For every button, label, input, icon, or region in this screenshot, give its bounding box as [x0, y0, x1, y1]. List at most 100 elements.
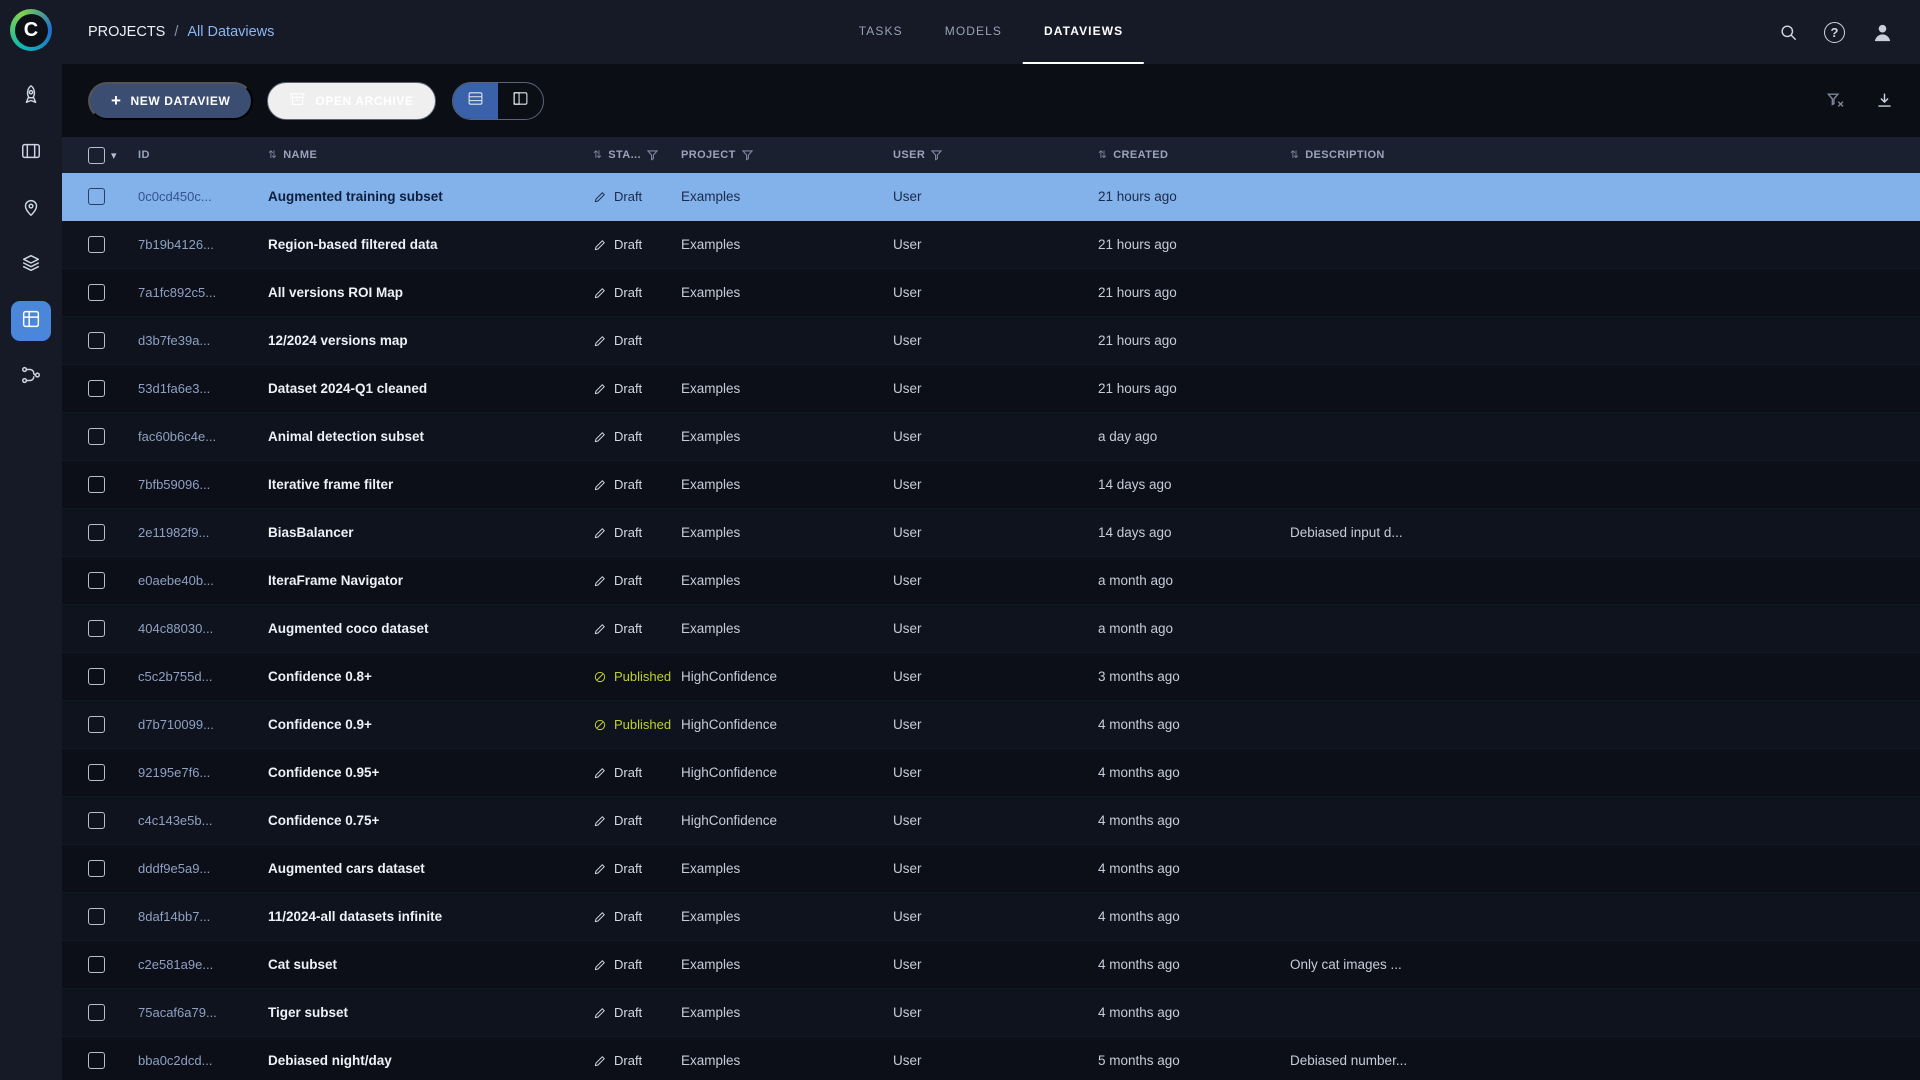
filter-icon[interactable]	[931, 149, 943, 161]
row-checkbox[interactable]	[88, 476, 105, 493]
table-view-toggle[interactable]	[452, 82, 498, 119]
table-row[interactable]: 7a1fc892c5... All versions ROI Map Draft…	[62, 269, 1920, 317]
table-row[interactable]: fac60b6c4e... Animal detection subset Dr…	[62, 413, 1920, 461]
table-row[interactable]: c4c143e5b... Confidence 0.75+ Draft High…	[62, 797, 1920, 845]
row-id[interactable]: 8daf14bb7...	[130, 909, 260, 924]
row-checkbox[interactable]	[88, 236, 105, 253]
table-row[interactable]: 7bfb59096... Iterative frame filter Draf…	[62, 461, 1920, 509]
sidebar-item-pipelines[interactable]	[11, 357, 51, 397]
search-icon[interactable]	[1779, 23, 1798, 42]
row-id[interactable]: 92195e7f6...	[130, 765, 260, 780]
table-row[interactable]: c5c2b755d... Confidence 0.8+ Published H…	[62, 653, 1920, 701]
row-id[interactable]: d7b710099...	[130, 717, 260, 732]
breadcrumb-projects[interactable]: PROJECTS	[88, 24, 165, 40]
sort-icon[interactable]: ⇅	[1290, 149, 1299, 161]
table-row[interactable]: c2e581a9e... Cat subset Draft Examples U…	[62, 941, 1920, 989]
row-id[interactable]: c5c2b755d...	[130, 669, 260, 684]
filter-icon[interactable]	[741, 149, 753, 161]
row-name: Tiger subset	[268, 1005, 349, 1020]
help-icon[interactable]: ?	[1824, 21, 1845, 43]
col-header-id[interactable]: ID	[130, 149, 260, 161]
row-checkbox[interactable]	[88, 716, 105, 733]
select-dropdown-caret[interactable]: ▾	[111, 149, 117, 162]
sort-icon[interactable]: ⇅	[593, 149, 602, 161]
row-id[interactable]: bba0c2dcd...	[130, 1053, 260, 1068]
row-checkbox[interactable]	[88, 380, 105, 397]
row-id[interactable]: 0c0cd450c...	[130, 189, 260, 204]
sort-icon[interactable]: ⇅	[268, 149, 277, 161]
row-checkbox[interactable]	[88, 812, 105, 829]
filter-icon[interactable]	[646, 149, 658, 161]
sidebar-item-datasets[interactable]	[11, 133, 51, 173]
row-checkbox[interactable]	[88, 572, 105, 589]
sidebar-item-dataviews[interactable]	[11, 301, 51, 341]
table-row[interactable]: 75acaf6a79... Tiger subset Draft Example…	[62, 989, 1920, 1037]
tab-tasks[interactable]: TASKS	[838, 0, 924, 64]
card-view-toggle[interactable]	[498, 83, 543, 119]
table-row[interactable]: 404c88030... Augmented coco dataset Draf…	[62, 605, 1920, 653]
table-row[interactable]: d3b7fe39a... 12/2024 versions map Draft …	[62, 317, 1920, 365]
row-id[interactable]: c2e581a9e...	[130, 957, 260, 972]
table-row[interactable]: bba0c2dcd... Debiased night/day Draft Ex…	[62, 1037, 1920, 1080]
clearml-logo[interactable]: C	[10, 9, 52, 51]
row-checkbox[interactable]	[88, 764, 105, 781]
row-checkbox[interactable]	[88, 428, 105, 445]
row-project: Examples	[681, 477, 741, 492]
breadcrumb-current[interactable]: All Dataviews	[187, 24, 274, 40]
table-row[interactable]: 8daf14bb7... 11/2024-all datasets infini…	[62, 893, 1920, 941]
open-archive-button[interactable]: OPEN ARCHIVE	[267, 81, 436, 120]
row-checkbox[interactable]	[88, 1004, 105, 1021]
row-id[interactable]: c4c143e5b...	[130, 813, 260, 828]
row-checkbox[interactable]	[88, 908, 105, 925]
table-row[interactable]: 0c0cd450c... Augmented training subset D…	[62, 173, 1920, 221]
sort-icon[interactable]: ⇅	[1098, 149, 1107, 161]
table-row[interactable]: 92195e7f6... Confidence 0.95+ Draft High…	[62, 749, 1920, 797]
row-project: Examples	[681, 957, 741, 972]
logo-letter: C	[14, 13, 48, 47]
row-id[interactable]: 7bfb59096...	[130, 477, 260, 492]
select-all-checkbox[interactable]	[88, 146, 105, 164]
col-header-name[interactable]: ⇅ NAME	[260, 149, 585, 161]
row-checkbox[interactable]	[88, 860, 105, 877]
row-checkbox[interactable]	[88, 332, 105, 349]
new-dataview-button[interactable]: + NEW DATAVIEW	[88, 81, 254, 120]
table-row[interactable]: d7b710099... Confidence 0.9+ Published H…	[62, 701, 1920, 749]
row-id[interactable]: d3b7fe39a...	[130, 333, 260, 348]
row-id[interactable]: 75acaf6a79...	[130, 1005, 260, 1020]
table-row[interactable]: dddf9e5a9... Augmented cars dataset Draf…	[62, 845, 1920, 893]
tab-models[interactable]: MODELS	[924, 0, 1023, 64]
row-checkbox[interactable]	[88, 524, 105, 541]
row-id[interactable]: 2e11982f9...	[130, 525, 260, 540]
row-id[interactable]: 7b19b4126...	[130, 237, 260, 252]
row-checkbox[interactable]	[88, 668, 105, 685]
sidebar-item-annotations[interactable]	[11, 189, 51, 229]
row-id[interactable]: dddf9e5a9...	[130, 861, 260, 876]
col-header-user[interactable]: USER	[885, 149, 1090, 161]
table-row[interactable]: 2e11982f9... BiasBalancer Draft Examples…	[62, 509, 1920, 557]
row-id[interactable]: e0aebe40b...	[130, 573, 260, 588]
sidebar-item-projects[interactable]	[11, 77, 51, 117]
sidebar-item-hyperdatasets[interactable]	[11, 245, 51, 285]
col-header-project[interactable]: PROJECT	[673, 149, 885, 161]
col-header-status[interactable]: ⇅ STA...	[585, 149, 673, 161]
col-header-description[interactable]: ⇅ DESCRIPTION	[1282, 149, 1920, 161]
row-id[interactable]: 53d1fa6e3...	[130, 381, 260, 396]
download-icon[interactable]	[1875, 91, 1894, 110]
view-toggle-group	[451, 81, 544, 120]
row-checkbox[interactable]	[88, 956, 105, 973]
user-avatar[interactable]	[1871, 21, 1894, 44]
row-id[interactable]: 404c88030...	[130, 621, 260, 636]
table-row[interactable]: 7b19b4126... Region-based filtered data …	[62, 221, 1920, 269]
col-header-created[interactable]: ⇅ CREATED	[1090, 149, 1282, 161]
row-checkbox[interactable]	[88, 1052, 105, 1069]
row-checkbox[interactable]	[88, 620, 105, 637]
row-status: Draft	[585, 909, 673, 924]
row-checkbox[interactable]	[88, 188, 105, 205]
clear-filters-icon[interactable]	[1826, 91, 1845, 110]
tab-dataviews[interactable]: DATAVIEWS	[1023, 0, 1145, 64]
row-id[interactable]: fac60b6c4e...	[130, 429, 260, 444]
table-row[interactable]: e0aebe40b... IteraFrame Navigator Draft …	[62, 557, 1920, 605]
row-id[interactable]: 7a1fc892c5...	[130, 285, 260, 300]
table-row[interactable]: 53d1fa6e3... Dataset 2024-Q1 cleaned Dra…	[62, 365, 1920, 413]
row-checkbox[interactable]	[88, 284, 105, 301]
